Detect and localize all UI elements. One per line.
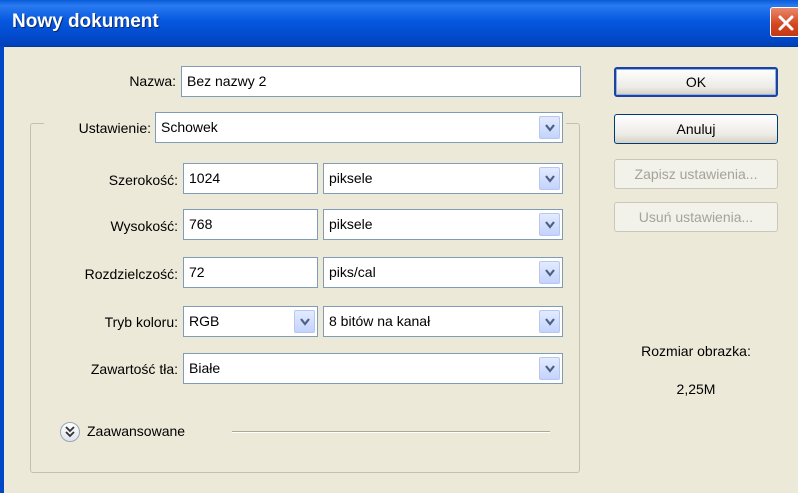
width-unit-select[interactable]: piksele [323,163,563,194]
bit-depth-select[interactable]: 8 bitów na kanał [323,306,563,337]
resolution-label: Rozdzielczość: [84,266,178,282]
height-unit-dropdown-button[interactable] [539,213,560,236]
background-select[interactable]: Białe [183,353,563,384]
window-frame [0,46,4,493]
width-unit-value: piksele [329,170,373,186]
color-mode-dropdown-button[interactable] [294,310,315,333]
window-title: Nowy dokument [12,11,159,32]
advanced-label[interactable]: Zaawansowane [87,423,185,439]
close-icon [778,15,794,31]
name-input[interactable]: Bez nazwy 2 [181,66,581,97]
name-label: Nazwa: [129,73,176,89]
color-mode-select[interactable]: RGB [183,306,318,337]
color-mode-value: RGB [189,313,220,329]
height-label: Wysokość: [110,218,178,234]
resolution-unit-dropdown-button[interactable] [539,261,560,284]
bit-depth-value: 8 bitów na kanał [329,313,431,329]
delete-preset-button[interactable]: Usuń ustawienia... [614,202,778,232]
chevron-down-icon [545,318,555,326]
cancel-button[interactable]: Anuluj [614,114,778,144]
resolution-unit-value: piks/cal [329,264,376,280]
ok-button[interactable]: OK [614,67,778,97]
chevron-down-icon [545,365,555,373]
image-size-label: Rozmiar obrazka: [641,343,751,359]
title-bar: Nowy dokument [0,0,798,47]
advanced-divider [232,431,550,433]
chevron-down-icon [545,221,555,229]
resolution-unit-select[interactable]: piks/cal [323,257,563,288]
height-unit-value: piksele [329,216,373,232]
width-unit-dropdown-button[interactable] [539,167,560,190]
save-preset-button[interactable]: Zapisz ustawienia... [614,159,778,189]
preset-dropdown-button[interactable] [539,116,560,139]
background-label: Zawartość tła: [90,361,178,377]
height-unit-select[interactable]: piksele [323,209,563,240]
resolution-input[interactable]: 72 [183,257,318,288]
image-size-value: 2,25M [676,381,716,397]
width-input[interactable]: 1024 [183,163,318,194]
chevron-down-icon [300,318,310,326]
background-dropdown-button[interactable] [539,357,560,380]
advanced-toggle-button[interactable] [60,422,80,442]
background-value: Białe [189,360,221,376]
bit-depth-dropdown-button[interactable] [539,310,560,333]
double-chevron-down-icon [65,426,75,438]
height-input[interactable]: 768 [183,209,318,240]
color-mode-label: Tryb koloru: [104,314,178,330]
close-button[interactable] [770,7,798,37]
chevron-down-icon [545,175,555,183]
width-label: Szerokość: [108,172,178,188]
chevron-down-icon [545,269,555,277]
preset-value: Schowek [161,119,218,135]
chevron-down-icon [545,124,555,132]
preset-label: Ustawienie: [78,120,151,136]
preset-select[interactable]: Schowek [155,112,563,143]
